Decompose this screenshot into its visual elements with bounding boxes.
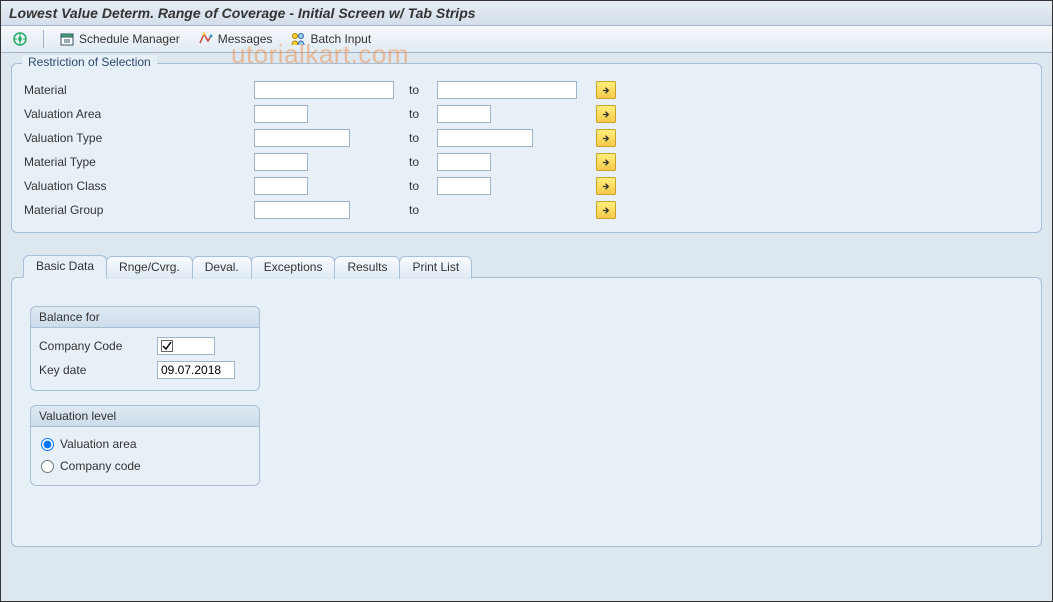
separator (43, 30, 44, 48)
to-input[interactable] (437, 81, 577, 99)
from-input[interactable] (254, 201, 350, 219)
selection-row: Valuation Type to (24, 126, 1029, 150)
to-label: to (409, 83, 437, 97)
balance-for-group: Balance for Company Code Key date (30, 306, 260, 391)
batch-input-label: Batch Input (310, 32, 371, 46)
schedule-manager-label: Schedule Manager (79, 32, 180, 46)
valuation-level-title: Valuation level (31, 406, 259, 427)
valuation-area-radio[interactable] (41, 438, 54, 451)
key-date-input[interactable] (157, 361, 235, 379)
restriction-groupbox: Restriction of Selection MaterialtoValua… (11, 63, 1042, 233)
selection-label: Material (24, 83, 254, 97)
tab-deval[interactable]: Deval. (192, 256, 252, 279)
tab-rnge-cvrg[interactable]: Rnge/Cvrg. (106, 256, 193, 279)
valuation-area-radio-label: Valuation area (60, 437, 137, 451)
selection-label: Valuation Class (24, 179, 254, 193)
multiple-selection-button[interactable] (596, 201, 616, 219)
toolbar: Schedule Manager Messages Batch Input (1, 26, 1052, 53)
to-label: to (409, 131, 437, 145)
tab-exceptions[interactable]: Exceptions (251, 256, 336, 279)
multiple-selection-button[interactable] (596, 105, 616, 123)
schedule-manager-button[interactable]: Schedule Manager (54, 29, 185, 49)
selection-label: Valuation Type (24, 131, 254, 145)
balance-for-title: Balance for (31, 307, 259, 328)
from-input[interactable] (254, 177, 308, 195)
to-input[interactable] (437, 177, 491, 195)
company-code-radio-label: Company code (60, 459, 141, 473)
to-label: to (409, 179, 437, 193)
messages-button[interactable]: Messages (193, 29, 278, 49)
to-input[interactable] (437, 105, 491, 123)
company-code-radio[interactable] (41, 460, 54, 473)
messages-label: Messages (218, 32, 273, 46)
selection-row: Material to (24, 78, 1029, 102)
tablist: Basic DataRnge/Cvrg.Deval.ExceptionsResu… (23, 255, 1042, 278)
selection-row: Material Group to (24, 198, 1029, 222)
from-input[interactable] (254, 153, 308, 171)
selection-label: Material Type (24, 155, 254, 169)
from-input[interactable] (254, 81, 394, 99)
company-code-field[interactable] (157, 337, 215, 355)
execute-icon (12, 31, 28, 47)
multiple-selection-button[interactable] (596, 129, 616, 147)
company-code-label: Company Code (39, 339, 157, 353)
to-label: to (409, 107, 437, 121)
checkmark-icon (161, 340, 173, 352)
batch-input-icon (290, 31, 306, 47)
selection-label: Material Group (24, 203, 254, 217)
tab-results[interactable]: Results (334, 256, 400, 279)
multiple-selection-button[interactable] (596, 81, 616, 99)
valuation-level-group: Valuation level Valuation area Company c… (30, 405, 260, 486)
restriction-title: Restriction of Selection (22, 55, 157, 69)
page-title: Lowest Value Determ. Range of Coverage -… (1, 1, 1052, 26)
calendar-icon (59, 31, 75, 47)
selection-row: Valuation Area to (24, 102, 1029, 126)
from-input[interactable] (254, 129, 350, 147)
tab-basic-data[interactable]: Basic Data (23, 255, 107, 278)
execute-button[interactable] (7, 29, 33, 49)
tabstrip: Basic DataRnge/Cvrg.Deval.ExceptionsResu… (11, 255, 1042, 548)
to-input[interactable] (437, 129, 533, 147)
tabpane-basic-data: Balance for Company Code Key date (11, 277, 1042, 547)
multiple-selection-button[interactable] (596, 177, 616, 195)
to-input[interactable] (437, 153, 491, 171)
selection-row: Material Type to (24, 150, 1029, 174)
selection-label: Valuation Area (24, 107, 254, 121)
to-label: to (409, 203, 437, 217)
selection-row: Valuation Class to (24, 174, 1029, 198)
batch-input-button[interactable]: Batch Input (285, 29, 376, 49)
tab-print-list[interactable]: Print List (399, 256, 472, 279)
to-label: to (409, 155, 437, 169)
messages-icon (198, 31, 214, 47)
multiple-selection-button[interactable] (596, 153, 616, 171)
from-input[interactable] (254, 105, 308, 123)
key-date-label: Key date (39, 363, 157, 377)
